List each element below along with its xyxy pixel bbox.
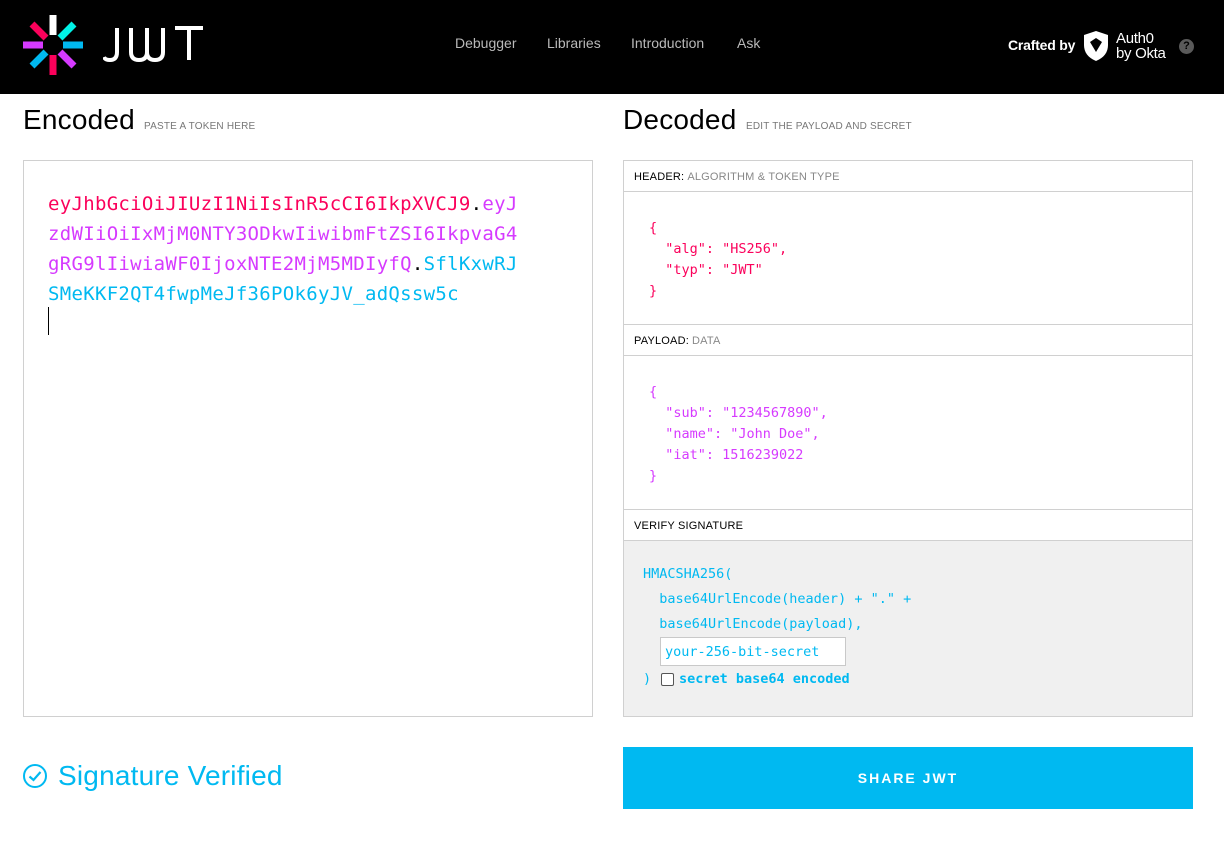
- payload-line: "sub": "1234567890",: [649, 405, 828, 421]
- nav-debugger[interactable]: Debugger: [455, 35, 517, 51]
- payload-muted-label: DATA: [692, 335, 721, 347]
- verify-section-title: VERIFY SIGNATURE: [624, 510, 1192, 541]
- auth0-link[interactable]: Auth0 by Okta: [1116, 31, 1166, 61]
- share-jwt-button[interactable]: SHARE JWT: [623, 747, 1193, 809]
- verify-signature-area: HMACSHA256( base64UrlEncode(header) + ".…: [624, 541, 1192, 716]
- help-icon[interactable]: ?: [1179, 39, 1194, 54]
- token-header: eyJhbGciOiJIUzI1NiIsInR5cCI6IkpXVCJ9: [48, 193, 471, 215]
- payload-line: }: [649, 468, 658, 484]
- token-dot: .: [470, 193, 483, 215]
- payload-line: "name": "John Doe",: [649, 426, 820, 442]
- nav-libraries[interactable]: Libraries: [547, 35, 601, 51]
- header-muted-label: ALGORITHM & TOKEN TYPE: [687, 171, 840, 183]
- sig-close-paren: ): [643, 671, 652, 687]
- decoded-panel: HEADER: ALGORITHM & TOKEN TYPE { "alg": "…: [623, 160, 1193, 717]
- signature-status: Signature Verified: [22, 760, 283, 792]
- auth0-name: Auth0: [1116, 30, 1154, 47]
- payload-line: "iat": 1516239022: [649, 447, 804, 463]
- payload-section-title: PAYLOAD: DATA: [624, 325, 1192, 356]
- encoded-title: Encoded: [23, 104, 135, 135]
- encoded-token-editor[interactable]: eyJhbGciOiJIUzI1NiIsInR5cCI6IkpXVCJ9.eyJ…: [23, 160, 593, 717]
- signature-verified-text: Signature Verified: [58, 760, 283, 791]
- payload-line: {: [649, 384, 658, 400]
- encoded-subtitle: PASTE A TOKEN HERE: [144, 121, 256, 132]
- base64-encoded-checkbox[interactable]: [661, 673, 674, 686]
- jwt-wordmark[interactable]: [103, 24, 205, 64]
- auth0-shield-icon[interactable]: [1082, 30, 1110, 62]
- decoded-title: Decoded: [623, 104, 737, 135]
- decoded-subtitle: EDIT THE PAYLOAD AND SECRET: [746, 121, 912, 132]
- sig-payload-line: base64UrlEncode(payload),: [643, 616, 863, 632]
- check-circle-icon: [23, 764, 47, 788]
- verify-label: VERIFY SIGNATURE: [634, 520, 744, 532]
- sig-function: HMACSHA256(: [643, 566, 733, 582]
- secret-input[interactable]: [660, 637, 846, 666]
- token-text[interactable]: eyJhbGciOiJIUzI1NiIsInR5cCI6IkpXVCJ9.eyJ…: [48, 189, 528, 309]
- header-line: }: [649, 283, 658, 299]
- base64-encoded-label[interactable]: secret base64 encoded: [679, 671, 850, 687]
- header-line: "typ": "JWT": [649, 262, 763, 278]
- header-line: {: [649, 220, 658, 236]
- nav-ask[interactable]: Ask: [737, 35, 760, 51]
- okta-name: by Okta: [1116, 45, 1166, 62]
- sig-header-line: base64UrlEncode(header) + "." +: [643, 591, 912, 607]
- payload-label: PAYLOAD:: [634, 335, 689, 347]
- header-line: "alg": "HS256",: [649, 241, 788, 257]
- header-label: HEADER:: [634, 171, 685, 183]
- top-navbar: Debugger Libraries Introduction Ask Craf…: [0, 0, 1224, 94]
- header-section-title: HEADER: ALGORITHM & TOKEN TYPE: [624, 161, 1192, 192]
- text-cursor: [48, 307, 49, 335]
- jwt-flower-logo-icon[interactable]: [22, 14, 84, 76]
- crafted-by-label: Crafted by: [1008, 37, 1076, 53]
- nav-introduction[interactable]: Introduction: [631, 35, 704, 51]
- token-dot: .: [411, 253, 424, 275]
